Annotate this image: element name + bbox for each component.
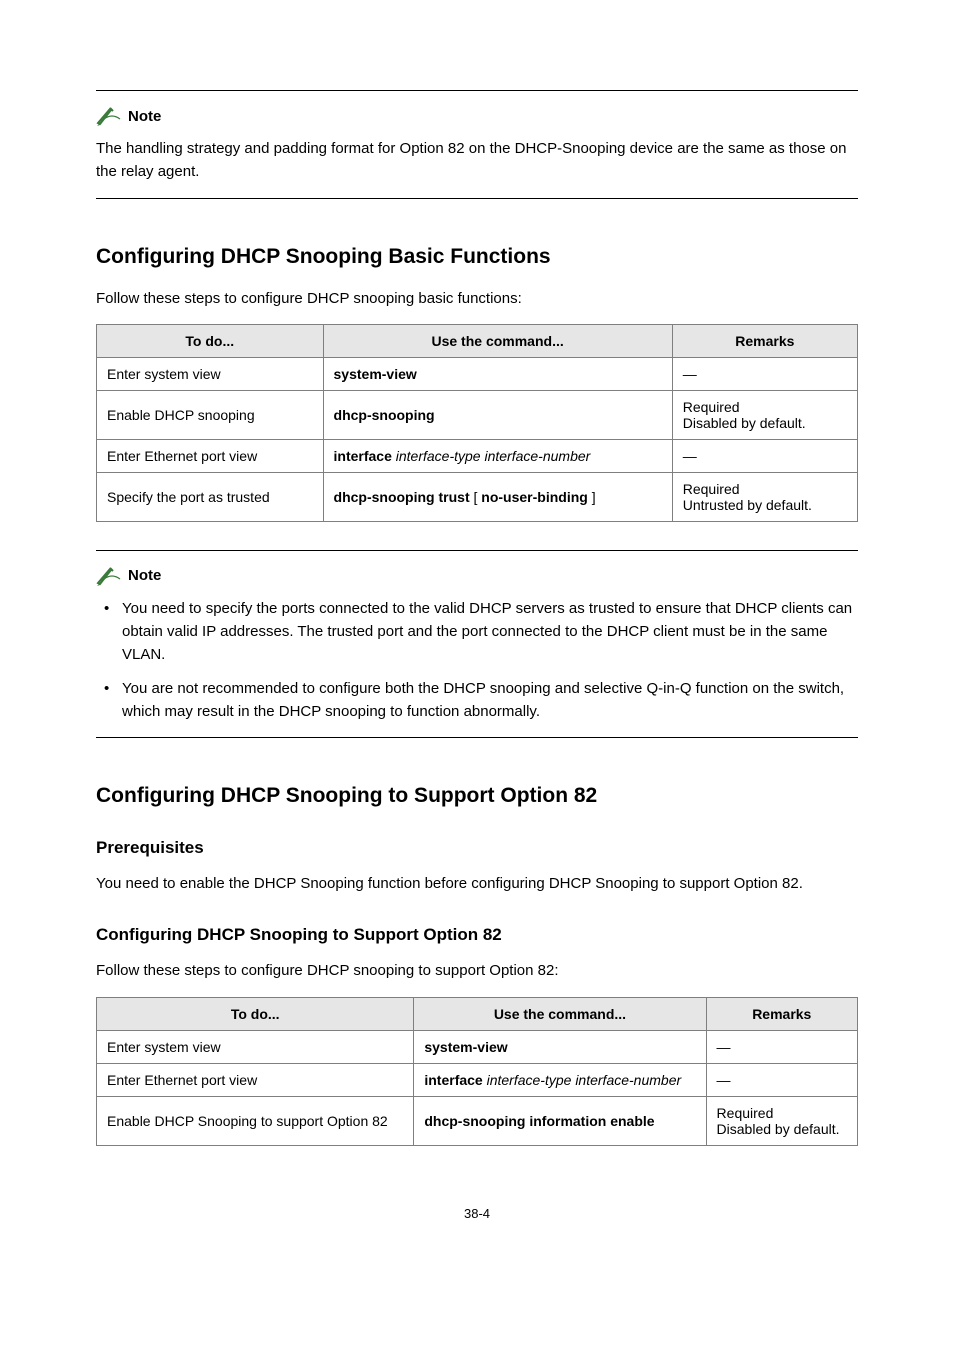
table-row: Enter system view system-view — [97,357,858,390]
cell-remarks: — [672,357,857,390]
heading-basic-functions: Configuring DHCP Snooping Basic Function… [96,245,858,269]
note-bullets: You need to specify the ports connected … [96,597,858,723]
cell-todo: Enter Ethernet port view [97,439,324,472]
subheading-prereq: Prerequisites [96,838,858,858]
col-remarks: Remarks [672,324,857,357]
note-label: Note [128,108,161,125]
separator-3 [96,737,858,738]
cell-cmd: interface interface-type interface-numbe… [323,439,672,472]
cell-remarks: Required Disabled by default. [706,1096,857,1145]
cell-remarks: — [706,1030,857,1063]
cell-cmd: dhcp-snooping information enable [414,1096,706,1145]
table-row: Specify the port as trusted dhcp-snoopin… [97,472,858,521]
table-option82: To do... Use the command... Remarks Ente… [96,997,858,1146]
cmd-bracket: [ [470,489,482,505]
cmd-kw: interface [334,448,392,464]
separator-1 [96,198,858,199]
col-command: Use the command... [414,997,706,1030]
col-todo: To do... [97,997,414,1030]
cell-remarks: — [672,439,857,472]
list-item: You are not recommended to configure bot… [96,677,858,724]
lead-basic: Follow these steps to configure DHCP sno… [96,287,858,310]
table-row: Enable DHCP snooping dhcp-snooping Requi… [97,390,858,439]
col-todo: To do... [97,324,324,357]
cell-cmd: system-view [323,357,672,390]
cell-todo: Enter system view [97,357,324,390]
prereq-text: You need to enable the DHCP Snooping fun… [96,872,858,895]
note-icon [96,565,122,587]
cell-cmd: dhcp-snooping trust [ no-user-binding ] [323,472,672,521]
note-icon [96,105,122,127]
cell-cmd: system-view [414,1030,706,1063]
note-block-2: Note [96,565,858,587]
cell-remarks: Required Untrusted by default. [672,472,857,521]
cmd-arg: interface-type interface-number [392,448,590,464]
separator-2 [96,550,858,551]
cmd-kw: interface [424,1072,482,1088]
lead-option82: Follow these steps to configure DHCP sno… [96,959,858,982]
list-item: You need to specify the ports connected … [96,597,858,667]
col-remarks: Remarks [706,997,857,1030]
cmd-bracket2: ] [588,489,596,505]
table-row: Enter Ethernet port view interface inter… [97,1063,858,1096]
note-label: Note [128,567,161,584]
table-row: Enter system view system-view — [97,1030,858,1063]
subheading-config: Configuring DHCP Snooping to Support Opt… [96,925,858,945]
note-text-1: The handling strategy and padding format… [96,137,858,184]
cell-todo: Enable DHCP Snooping to support Option 8… [97,1096,414,1145]
cell-todo: Enter Ethernet port view [97,1063,414,1096]
note-block-1: Note [96,105,858,127]
page-number: 38-4 [96,1206,858,1221]
table-row: Enable DHCP Snooping to support Option 8… [97,1096,858,1145]
separator-top [96,90,858,91]
cell-remarks: Required Disabled by default. [672,390,857,439]
table-basic-functions: To do... Use the command... Remarks Ente… [96,324,858,522]
cell-todo: Enter system view [97,1030,414,1063]
cell-todo: Enable DHCP snooping [97,390,324,439]
cmd-kw: dhcp-snooping trust [334,489,470,505]
cell-cmd: interface interface-type interface-numbe… [414,1063,706,1096]
cell-todo: Specify the port as trusted [97,472,324,521]
table-row: Enter Ethernet port view interface inter… [97,439,858,472]
cmd-arg: interface-type interface-number [483,1072,681,1088]
cell-remarks: — [706,1063,857,1096]
heading-option82: Configuring DHCP Snooping to Support Opt… [96,784,858,808]
col-command: Use the command... [323,324,672,357]
cmd-kw2: no-user-binding [481,489,588,505]
cell-cmd: dhcp-snooping [323,390,672,439]
